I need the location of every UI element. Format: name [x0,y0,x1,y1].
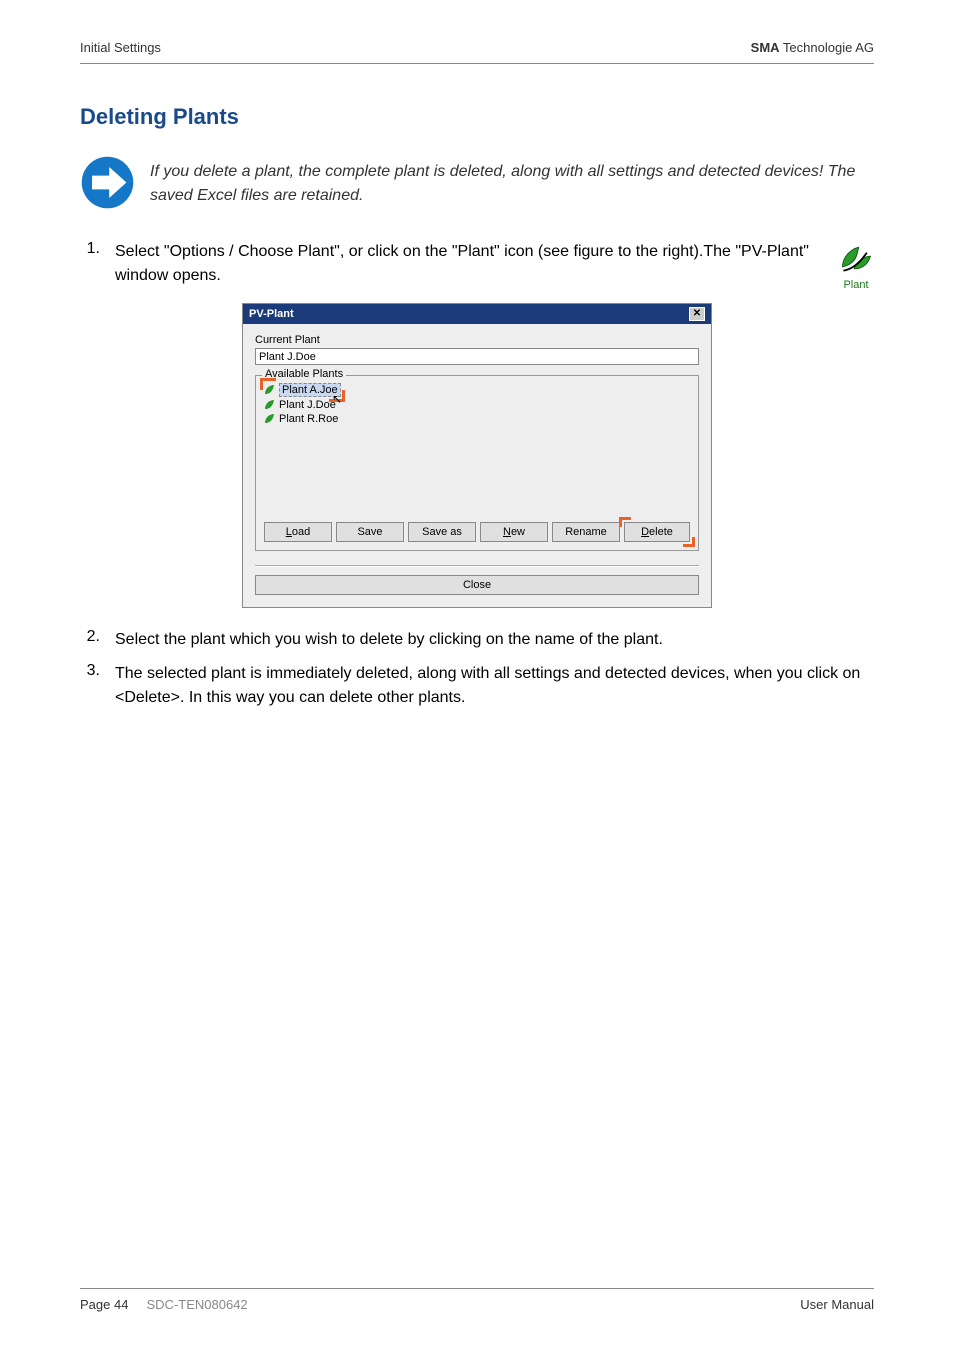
note-block: If you delete a plant, the complete plan… [80,155,874,210]
step-3-row: 3. The selected plant is immediately del… [80,662,874,710]
step-1-row: 1. Select "Options / Choose Plant", or c… [80,240,874,298]
header-right: SMA Technologie AG [751,40,874,55]
list-item[interactable]: Plant A.Joe ↖ [264,382,341,398]
plant-list[interactable]: Plant A.Joe ↖ Plant J.Doe Plant R.Roe [264,382,690,512]
plant-icon [838,240,874,276]
save-button[interactable]: Save [336,522,404,542]
highlight-corner-icon [619,517,631,527]
step-1-text: Select "Options / Choose Plant", or clic… [115,240,828,288]
footer-doc-id: SDC-TEN080642 [147,1297,248,1312]
dialog-titlebar: PV-Plant ✕ [243,304,711,324]
plant-item-label: Plant R.Roe [279,413,338,425]
delete-button[interactable]: Delete [624,522,690,542]
leaf-icon [264,413,276,425]
plant-icon-label: Plant [838,279,874,291]
note-text: If you delete a plant, the complete plan… [150,155,874,208]
header-brand: SMA [751,40,780,55]
step-number-3: 3. [80,662,115,710]
current-plant-label: Current Plant [255,334,699,346]
available-plants-fieldset: Available Plants Plant A.Joe ↖ Plant J.D… [255,375,699,551]
current-plant-input[interactable] [255,348,699,365]
dialog-title: PV-Plant [249,308,294,320]
close-icon[interactable]: ✕ [689,307,705,321]
close-button[interactable]: Close [255,575,699,595]
section-title: Deleting Plants [80,104,874,130]
arrow-right-icon [80,155,135,210]
header-rule [80,63,874,64]
rename-button[interactable]: Rename [552,522,620,542]
load-btn-rest: oad [292,526,310,538]
page-footer: Page 44 SDC-TEN080642 User Manual [80,1288,874,1312]
save-as-button[interactable]: Save as [408,522,476,542]
cursor-icon: ↖ [332,392,342,406]
plant-item-label: Plant J.Doe [279,399,336,411]
page-header: Initial Settings SMA Technologie AG [80,40,874,55]
header-company: Technologie AG [780,40,874,55]
load-button[interactable]: Load [264,522,332,542]
dialog-divider [255,565,699,567]
highlight-corner-icon [260,378,276,390]
dialog-screenshot: PV-Plant ✕ Current Plant Available Plant… [80,303,874,608]
step-3-text: The selected plant is immediately delete… [115,662,874,710]
step-2-row: 2. Select the plant which you wish to de… [80,628,874,652]
button-row: Load Save Save as New Rename Delete [264,522,690,542]
pv-plant-dialog: PV-Plant ✕ Current Plant Available Plant… [242,303,712,608]
plant-toolbar-icon[interactable]: Plant [838,240,874,291]
footer-right: User Manual [800,1297,874,1312]
leaf-icon [264,399,276,411]
step-number-2: 2. [80,628,115,652]
highlight-corner-icon [683,537,695,547]
list-item[interactable]: Plant R.Roe [264,412,690,426]
header-left: Initial Settings [80,40,161,55]
step-number-1: 1. [80,240,115,288]
footer-page: Page 44 [80,1297,128,1312]
step-2-text: Select the plant which you wish to delet… [115,628,874,652]
new-button[interactable]: New [480,522,548,542]
